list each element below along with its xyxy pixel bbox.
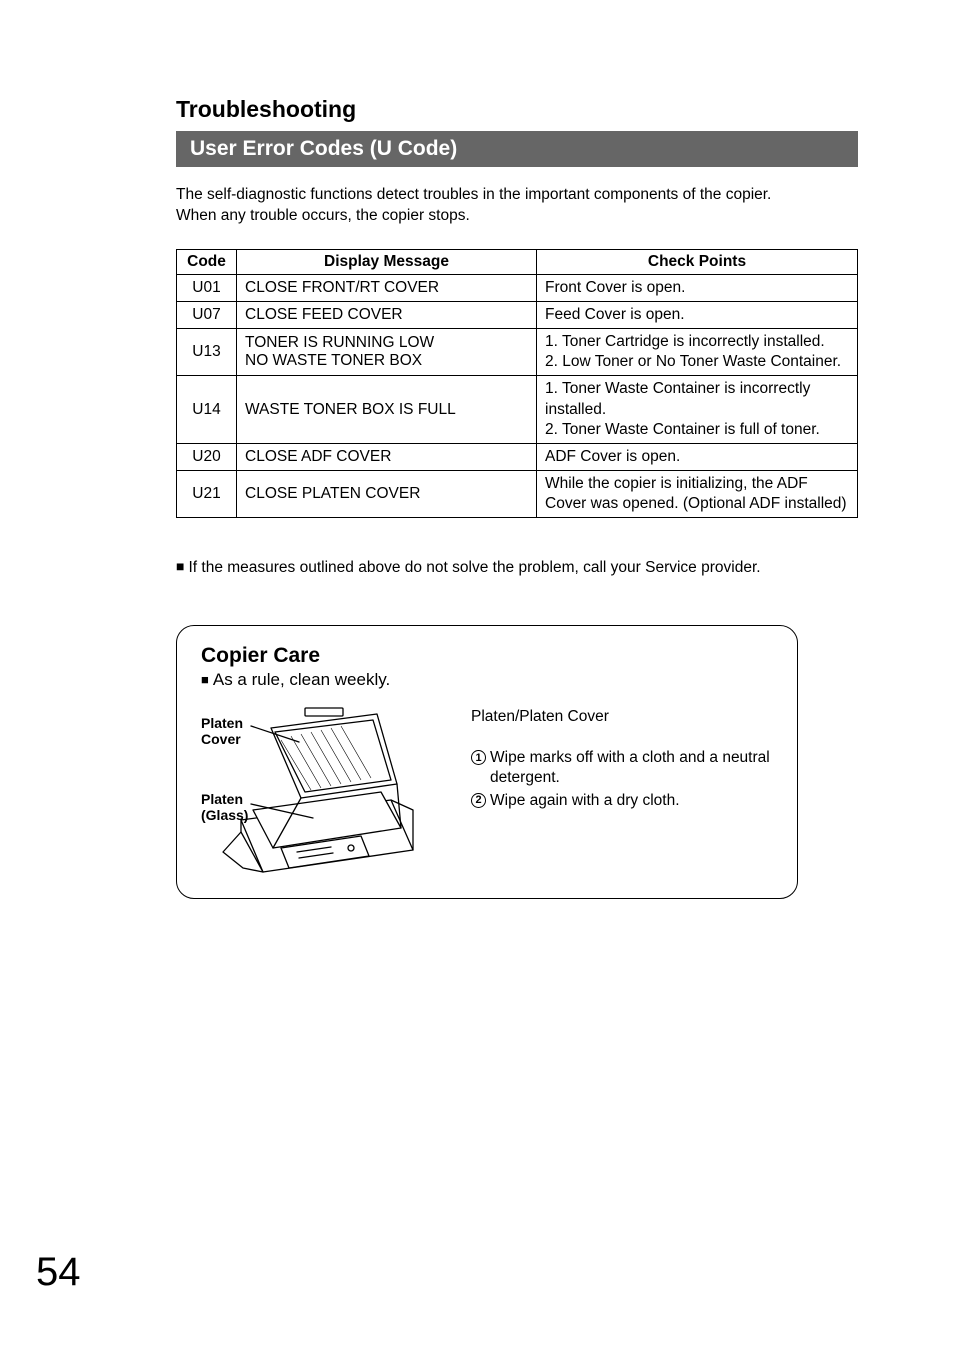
- cell-check: 1. Toner Cartridge is incorrectly instal…: [537, 329, 858, 376]
- care-step-2-text: Wipe again with a dry cloth.: [490, 791, 680, 811]
- care-title: Copier Care: [201, 644, 773, 668]
- table-row: U07CLOSE FEED COVERFeed Cover is open.: [177, 301, 858, 328]
- care-step-1: 1 Wipe marks off with a cloth and a neut…: [471, 748, 773, 788]
- table-header-row: Code Display Message Check Points: [177, 249, 858, 274]
- circled-1-icon: 1: [471, 750, 486, 765]
- care-instructions: Platen/Platen Cover 1 Wipe marks off wit…: [471, 700, 773, 878]
- th-check: Check Points: [537, 249, 858, 274]
- label-platen-cover: Platen Cover: [201, 716, 243, 747]
- cell-check: ADF Cover is open.: [537, 443, 858, 470]
- intro-line-1: The self-diagnostic functions detect tro…: [176, 186, 771, 203]
- care-subtitle-text: As a rule, clean weekly.: [213, 670, 390, 689]
- table-row: U01CLOSE FRONT/RT COVERFront Cover is op…: [177, 274, 858, 301]
- care-subtitle: ■ As a rule, clean weekly.: [201, 670, 773, 690]
- cell-check: 1. Toner Waste Container is incorrectly …: [537, 376, 858, 443]
- cell-display: CLOSE FEED COVER: [237, 301, 537, 328]
- copier-care-box: Copier Care ■ As a rule, clean weekly.: [176, 625, 798, 899]
- error-codes-table: Code Display Message Check Points U01CLO…: [176, 249, 858, 518]
- note-line: ■If the measures outlined above do not s…: [176, 558, 858, 577]
- cell-code: U07: [177, 301, 237, 328]
- cell-check: While the copier is initializing, the AD…: [537, 470, 858, 517]
- cell-check: Front Cover is open.: [537, 274, 858, 301]
- table-row: U21CLOSE PLATEN COVERWhile the copier is…: [177, 470, 858, 517]
- label-platen-glass: Platen (Glass): [201, 792, 248, 823]
- circled-2-icon: 2: [471, 793, 486, 808]
- cell-code: U20: [177, 443, 237, 470]
- cell-display: CLOSE PLATEN COVER: [237, 470, 537, 517]
- page-number: 54: [36, 1250, 81, 1295]
- intro-text: The self-diagnostic functions detect tro…: [176, 185, 858, 227]
- th-code: Code: [177, 249, 237, 274]
- cell-display: CLOSE ADF COVER: [237, 443, 537, 470]
- care-right-header: Platen/Platen Cover: [471, 708, 773, 726]
- cell-code: U13: [177, 329, 237, 376]
- care-step-1-text: Wipe marks off with a cloth and a neutra…: [490, 748, 773, 788]
- cell-display: TONER IS RUNNING LOW NO WASTE TONER BOX: [237, 329, 537, 376]
- note-text: If the measures outlined above do not so…: [188, 559, 760, 576]
- intro-line-2: When any trouble occurs, the copier stop…: [176, 207, 470, 224]
- cell-display: WASTE TONER BOX IS FULL: [237, 376, 537, 443]
- cell-code: U01: [177, 274, 237, 301]
- care-step-2: 2 Wipe again with a dry cloth.: [471, 791, 773, 811]
- section-title: Troubleshooting: [176, 96, 858, 123]
- table-row: U20CLOSE ADF COVERADF Cover is open.: [177, 443, 858, 470]
- table-row: U13TONER IS RUNNING LOW NO WASTE TONER B…: [177, 329, 858, 376]
- bullet-square-icon: ■: [176, 558, 184, 574]
- th-display: Display Message: [237, 249, 537, 274]
- table-row: U14WASTE TONER BOX IS FULL1. Toner Waste…: [177, 376, 858, 443]
- cell-display: CLOSE FRONT/RT COVER: [237, 274, 537, 301]
- heading-bar: User Error Codes (U Code): [176, 131, 858, 167]
- cell-code: U14: [177, 376, 237, 443]
- copier-illustration: Platen Cover Platen (Glass): [201, 700, 427, 878]
- bullet-square-icon: ■: [201, 672, 209, 687]
- cell-code: U21: [177, 470, 237, 517]
- cell-check: Feed Cover is open.: [537, 301, 858, 328]
